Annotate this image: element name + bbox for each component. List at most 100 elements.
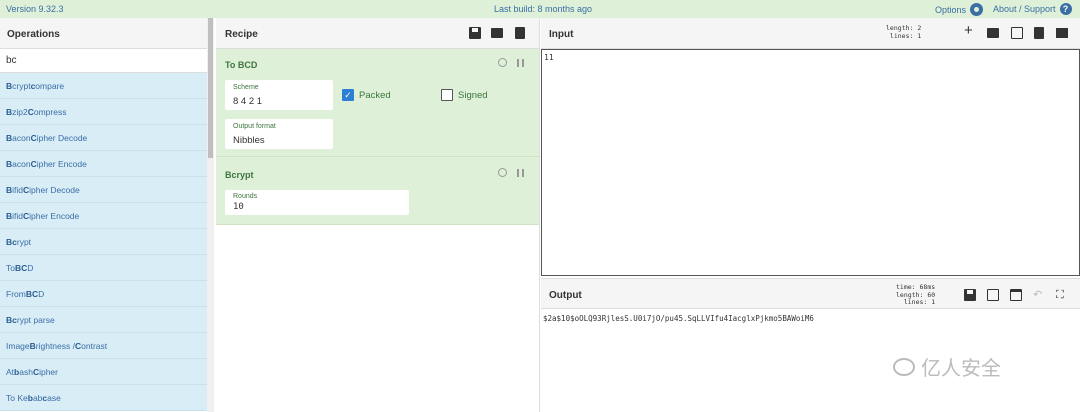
last-build-link[interactable]: Last build: 8 months ago xyxy=(494,4,592,14)
operation-match-highlight: BC xyxy=(25,288,39,299)
operation-match-highlight: BC xyxy=(14,262,28,273)
operations-panel: Operations bc Bcrypt c ompare Bzip2 Compre… xyxy=(0,18,214,412)
operations-search-input[interactable]: bc xyxy=(0,49,213,73)
input-lines-value: 1 xyxy=(917,31,922,40)
output-title: Output xyxy=(549,290,582,301)
operation-label-part: ipher xyxy=(39,366,58,377)
watermark: 亿人安全 xyxy=(893,352,1001,381)
options-button[interactable]: Options xyxy=(935,3,984,16)
breakpoint-icon[interactable] xyxy=(517,169,524,177)
operation-label-part: rypt xyxy=(16,236,32,247)
recipe-title: Recipe xyxy=(225,29,258,40)
maximise-icon[interactable]: ⛶ xyxy=(1056,289,1064,301)
to-bcd-operation[interactable]: To BCD Scheme 8 4 2 1 ✓ Packed Signed Ou… xyxy=(216,49,539,157)
scheme-label: Scheme xyxy=(233,84,259,91)
version-label: Version 9.32.3 xyxy=(6,4,64,14)
operation-item[interactable]: Bifid Cipher Decode xyxy=(0,177,207,203)
operation-label-part: ab xyxy=(32,392,43,403)
operation-label-part: ipher Decode xyxy=(29,184,80,195)
operation-item[interactable]: Bifid Cipher Encode xyxy=(0,203,207,229)
output-format-label: Output format xyxy=(233,123,276,130)
operation-label-part: At xyxy=(6,366,15,377)
operation-label-part: ipher Encode xyxy=(36,158,87,169)
add-input-icon[interactable]: + xyxy=(964,23,973,38)
signed-label: Signed xyxy=(458,89,488,101)
operation-match-highlight: Bc xyxy=(6,236,17,247)
scheme-value: 8 4 2 1 xyxy=(233,96,263,107)
operation-item[interactable]: Image Brightness / Contrast xyxy=(0,333,207,359)
chat-bubble-icon xyxy=(893,357,915,376)
output-header: Output time: 68ms length: 60 lines: 1 ↶ … xyxy=(541,278,1080,309)
input-stats: length: 2 lines: 1 xyxy=(886,24,922,40)
rounds-value: 10 xyxy=(233,202,244,212)
save-output-icon[interactable] xyxy=(964,289,976,301)
operation-item[interactable]: Bacon Cipher Decode xyxy=(0,125,207,151)
operation-label-part: ompress xyxy=(33,106,67,117)
signed-checkbox[interactable]: Signed xyxy=(441,89,488,101)
operation-item[interactable]: Bacon Cipher Encode xyxy=(0,151,207,177)
input-lines-label: lines: xyxy=(889,31,914,40)
replace-input-icon[interactable] xyxy=(1010,289,1022,301)
recipe-panel: Recipe To BCD Scheme 8 4 2 1 ✓ Packed Si… xyxy=(216,18,540,412)
operation-item[interactable]: To BC D xyxy=(0,255,207,281)
operations-title: Operations xyxy=(0,18,213,49)
recipe-header: Recipe xyxy=(216,18,539,49)
clear-recipe-icon[interactable] xyxy=(515,27,525,39)
output-format-select[interactable]: Output format Nibbles xyxy=(225,119,333,149)
operation-label-part: ifid xyxy=(12,210,24,221)
operation-item[interactable]: Bc rypt xyxy=(0,229,207,255)
operation-label-part: ipher Encode xyxy=(29,210,80,221)
operation-label-part: From xyxy=(6,288,26,299)
packed-checkbox[interactable]: ✓ Packed xyxy=(342,89,391,101)
open-file-icon[interactable] xyxy=(1011,27,1023,39)
output-stats: time: 68ms length: 60 lines: 1 xyxy=(896,283,936,307)
breakpoint-icon[interactable] xyxy=(517,59,524,67)
output-lines-value: 1 xyxy=(931,298,936,306)
output-text[interactable]: $2a$10$oOLQ93RjlesS.U0i7jO/pu45.SqLLVIfu… xyxy=(543,314,814,323)
open-folder-icon[interactable] xyxy=(987,28,999,38)
operation-item[interactable]: Bcrypt c ompare xyxy=(0,73,207,99)
output-format-value: Nibbles xyxy=(233,135,265,146)
rounds-input[interactable]: Rounds 10 xyxy=(225,190,409,215)
undo-icon[interactable]: ↶ xyxy=(1033,289,1042,301)
load-recipe-icon[interactable] xyxy=(491,28,503,38)
operation-item[interactable]: Bc rypt parse xyxy=(0,307,207,333)
operation-label-part: crypt xyxy=(12,80,31,91)
output-lines-label: lines: xyxy=(903,298,928,306)
gear-icon xyxy=(970,3,984,16)
help-icon: ? xyxy=(1059,3,1072,15)
operation-label-part: ase xyxy=(47,392,61,403)
operation-label-part: D xyxy=(27,262,34,273)
input-textarea[interactable]: 11 xyxy=(541,49,1080,276)
save-recipe-icon[interactable] xyxy=(469,27,481,39)
operation-item[interactable]: From BC D xyxy=(0,281,207,307)
operations-list: Bcrypt c ompare Bzip2 Compress Bacon Cipher… xyxy=(0,73,207,411)
packed-label: Packed xyxy=(359,89,391,101)
watermark-text: 亿人安全 xyxy=(921,358,1001,380)
operation-label-part: ipher Decode xyxy=(36,132,88,143)
scrollbar-thumb[interactable] xyxy=(208,18,213,158)
clear-input-icon[interactable] xyxy=(1034,27,1044,39)
about-support-button[interactable]: About / Support ? xyxy=(993,3,1072,15)
operation-item[interactable]: To Ke b ab c ase xyxy=(0,385,207,411)
input-header: Input length: 2 lines: 1 + xyxy=(541,18,1080,49)
disable-operation-icon[interactable] xyxy=(498,58,507,67)
operation-label-part: zip2 xyxy=(12,106,28,117)
disable-operation-icon[interactable] xyxy=(498,168,507,177)
operation-item[interactable]: At b ash Cipher xyxy=(0,359,207,385)
scheme-select[interactable]: Scheme 8 4 2 1 xyxy=(225,80,333,110)
operations-scrollbar[interactable] xyxy=(207,18,214,412)
operation-match-highlight: Bc xyxy=(6,314,17,325)
rounds-label: Rounds xyxy=(233,193,258,200)
operation-label-part: ash xyxy=(19,366,33,377)
operation-label-part: ontrast xyxy=(81,340,108,351)
reset-layout-icon[interactable] xyxy=(1056,28,1068,38)
operation-label-part: ifid xyxy=(12,184,24,195)
bcrypt-operation[interactable]: Bcrypt Rounds 10 xyxy=(216,157,539,225)
about-support-label: About / Support xyxy=(993,4,1056,14)
input-title: Input xyxy=(549,29,574,40)
operation-label-part: acon xyxy=(12,158,31,169)
operation-label-part: D xyxy=(38,288,45,299)
operation-item[interactable]: Bzip2 Compress xyxy=(0,99,207,125)
copy-output-icon[interactable] xyxy=(987,289,999,301)
